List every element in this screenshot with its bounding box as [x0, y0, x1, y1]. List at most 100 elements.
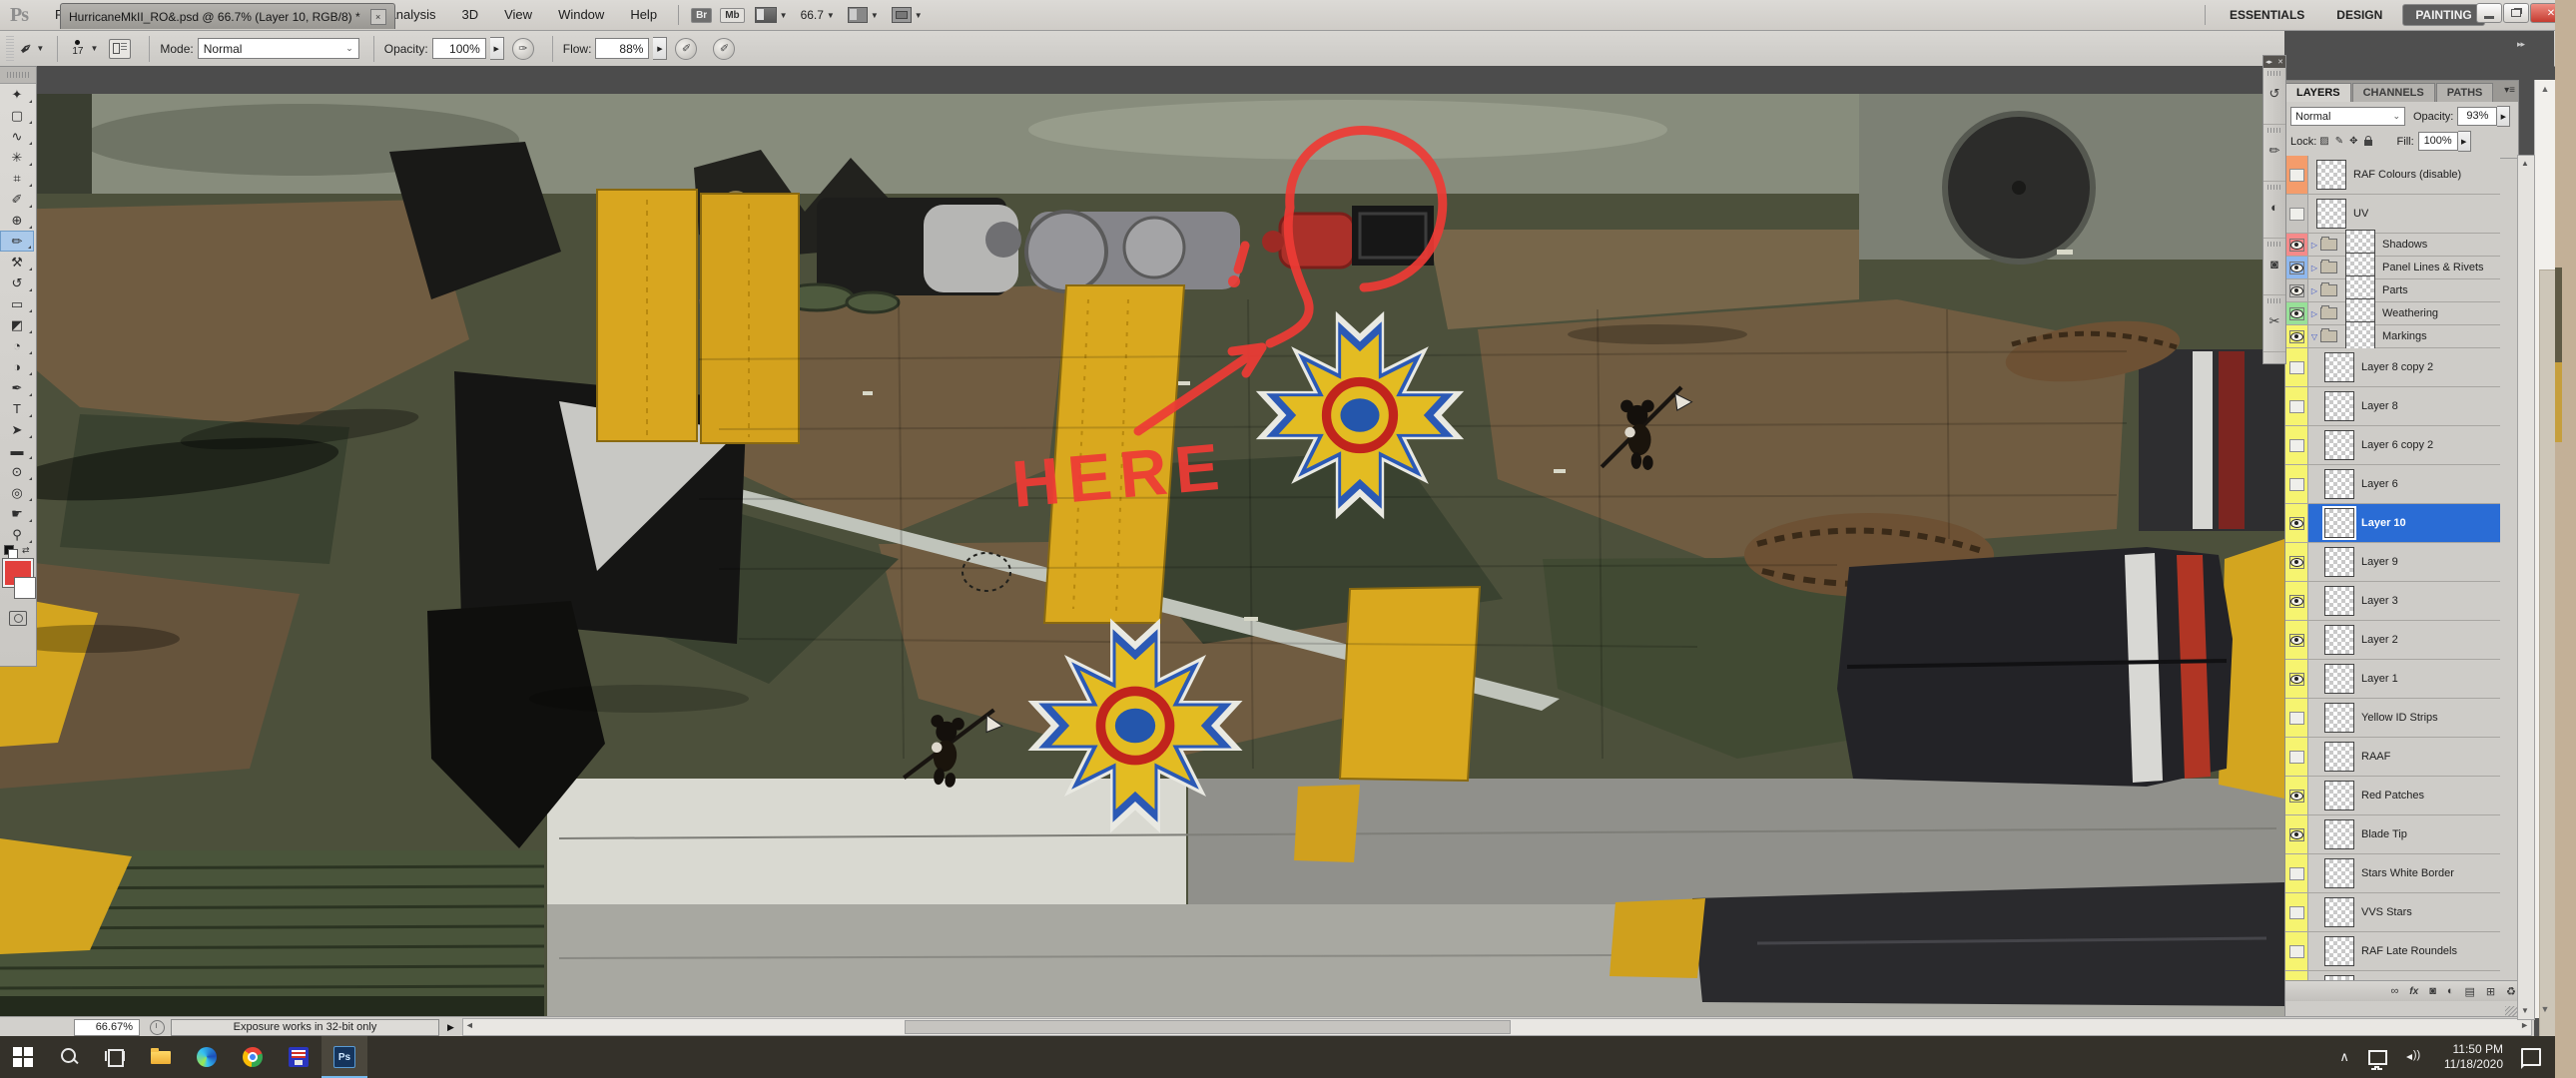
task-view-button[interactable] [92, 1036, 138, 1078]
new-layer-icon[interactable]: ⊞ [2486, 985, 2495, 998]
menu-help[interactable]: Help [617, 0, 670, 30]
tools-panel-header[interactable] [0, 67, 36, 84]
clone-stamp-tool[interactable]: ⚒ [0, 252, 34, 272]
visibility-toggle[interactable] [2285, 302, 2308, 324]
tab-layers[interactable]: LAYERS [2285, 83, 2351, 102]
tablet-opacity-icon[interactable]: ✑ [512, 38, 534, 60]
dodge-tool[interactable]: ◑ [0, 356, 34, 377]
pen-tool[interactable]: ✒ [0, 377, 34, 398]
opacity-slider-arrow[interactable]: ▶ [490, 37, 504, 60]
canvas[interactable]: HERE [0, 94, 2284, 1016]
brush-tool-icon[interactable]: ✒ [15, 37, 38, 61]
blur-tool[interactable]: ◔ [0, 335, 34, 356]
bridge-button[interactable]: Br [691, 8, 712, 23]
tab-close-icon[interactable]: × [370, 9, 386, 25]
orbit-3d-tool[interactable]: ◎ [0, 482, 34, 503]
group-parts[interactable]: ▷ Parts [2285, 279, 2500, 302]
layer-thumbnail[interactable] [2316, 199, 2346, 229]
layer-1[interactable]: ▷ Layer 1 [2285, 660, 2500, 699]
layer-fill-input[interactable]: 100% [2418, 132, 2458, 151]
tab-paths[interactable]: PATHS [2436, 83, 2494, 102]
visibility-toggle[interactable] [2285, 893, 2308, 931]
network-icon[interactable] [2368, 1050, 2387, 1065]
lock-all-icon[interactable] [2364, 140, 2372, 146]
disclosure-triangle-icon[interactable]: ▷ [2308, 286, 2320, 295]
clock[interactable]: 11:50 PM 11/18/2020 [2444, 1042, 2503, 1072]
collapse-dock-icon[interactable]: ▸▸ [2517, 39, 2524, 50]
layer-thumbnail[interactable] [2324, 742, 2354, 772]
visibility-toggle[interactable] [2285, 156, 2308, 194]
workspace-essentials[interactable]: ESSENTIALS [2218, 5, 2316, 25]
link-layers-icon[interactable]: ∞ [2390, 985, 2398, 997]
crop-tool[interactable]: ⌗ [0, 168, 34, 189]
visibility-toggle[interactable] [2285, 465, 2308, 503]
search-button[interactable] [46, 1036, 92, 1078]
menu-view[interactable]: View [491, 0, 545, 30]
chevron-down-icon[interactable]: ▼ [871, 11, 879, 20]
visibility-toggle[interactable] [2285, 387, 2308, 425]
brush-tool[interactable]: ✏ [0, 231, 34, 252]
layer-raf-colours[interactable]: ▷ RAF Colours (disable) [2285, 156, 2500, 195]
chevron-down-icon[interactable]: ▼ [827, 11, 835, 20]
layer-thumbnail[interactable] [2324, 625, 2354, 655]
layer-thumbnail[interactable] [2324, 352, 2354, 382]
start-button[interactable] [0, 1036, 46, 1078]
blend-mode-select[interactable]: Normal⌄ [198, 38, 359, 59]
chevron-down-icon[interactable]: ▼ [90, 44, 98, 53]
disclosure-triangle-icon[interactable]: ▷ [2308, 264, 2320, 272]
zoom-level-control[interactable]: 66.7 [801, 8, 824, 22]
horizontal-scrollbar[interactable]: ◄ ► [462, 1018, 2532, 1036]
adjustments-panel-icon[interactable]: ◐ [2263, 182, 2285, 239]
shape-tool[interactable]: ▬ [0, 440, 34, 461]
group-panel-lines[interactable]: ▷ Panel Lines & Rivets [2285, 257, 2500, 279]
visibility-toggle[interactable] [2285, 543, 2308, 581]
quick-mask-button[interactable] [9, 611, 27, 626]
workspace-design[interactable]: DESIGN [2324, 5, 2394, 25]
visibility-toggle[interactable] [2285, 504, 2308, 542]
visibility-toggle[interactable] [2285, 279, 2308, 301]
visibility-toggle[interactable] [2285, 660, 2308, 698]
zoom-percentage-field[interactable]: 66.67% [74, 1019, 140, 1036]
group-markings[interactable]: ▽ Markings [2285, 325, 2500, 348]
layer-6[interactable]: ▷ Layer 6 [2285, 465, 2500, 504]
hand-tool[interactable]: ☛ [0, 503, 34, 524]
photoshop-button[interactable]: Ps [322, 1036, 367, 1078]
path-selection-tool[interactable]: ➤ [0, 419, 34, 440]
layer-thumbnail[interactable] [2324, 858, 2354, 888]
tab-channels[interactable]: CHANNELS [2352, 83, 2435, 102]
flow-input[interactable]: 88% [595, 38, 649, 59]
lasso-tool[interactable]: ∿ [0, 126, 34, 147]
layer-6-copy-2[interactable]: ▷ Layer 6 copy 2 [2285, 426, 2500, 465]
options-grip[interactable] [6, 36, 14, 62]
dock-header[interactable]: ◂▸✕ [2263, 56, 2285, 68]
visibility-toggle[interactable] [2285, 777, 2308, 814]
layer-thumbnail[interactable] [2324, 664, 2354, 694]
healing-brush-tool[interactable]: ⊕ [0, 210, 34, 231]
visibility-toggle[interactable] [2285, 699, 2308, 737]
layer-thumbnail[interactable] [2316, 160, 2346, 190]
opacity-arrow[interactable]: ▶ [2497, 106, 2510, 127]
layer-3[interactable]: ▷ Layer 3 [2285, 582, 2500, 621]
delete-layer-icon[interactable]: ♻ [2506, 985, 2516, 998]
disclosure-triangle-icon[interactable]: ▽ [2308, 332, 2320, 341]
blend-mode-select[interactable]: Normal⌄ [2290, 107, 2405, 126]
rotate-3d-tool[interactable]: ⊙ [0, 461, 34, 482]
lock-pixels-icon[interactable]: ✎ [2335, 136, 2343, 147]
action-center-icon[interactable] [2521, 1048, 2541, 1066]
visibility-toggle[interactable] [2285, 738, 2308, 776]
layer-thumbnail[interactable] [2324, 586, 2354, 616]
eraser-tool[interactable]: ▭ [0, 293, 34, 314]
visibility-toggle[interactable] [2285, 582, 2308, 620]
layer-uv[interactable]: ▷ UV [2285, 195, 2500, 234]
brush-preset-picker[interactable]: 17 [72, 40, 83, 57]
visibility-toggle[interactable] [2285, 815, 2308, 853]
layer-thumbnail[interactable] [2324, 547, 2354, 577]
history-brush-tool[interactable]: ↺ [0, 272, 34, 293]
menu-window[interactable]: Window [545, 0, 617, 30]
layer-9[interactable]: ▷ Layer 9 [2285, 543, 2500, 582]
visibility-toggle[interactable] [2285, 854, 2308, 892]
arrange-documents-icon[interactable] [848, 7, 868, 23]
minimize-button[interactable] [2476, 3, 2502, 23]
layer-thumbnail[interactable] [2324, 469, 2354, 499]
layer-thumbnail[interactable] [2324, 391, 2354, 421]
